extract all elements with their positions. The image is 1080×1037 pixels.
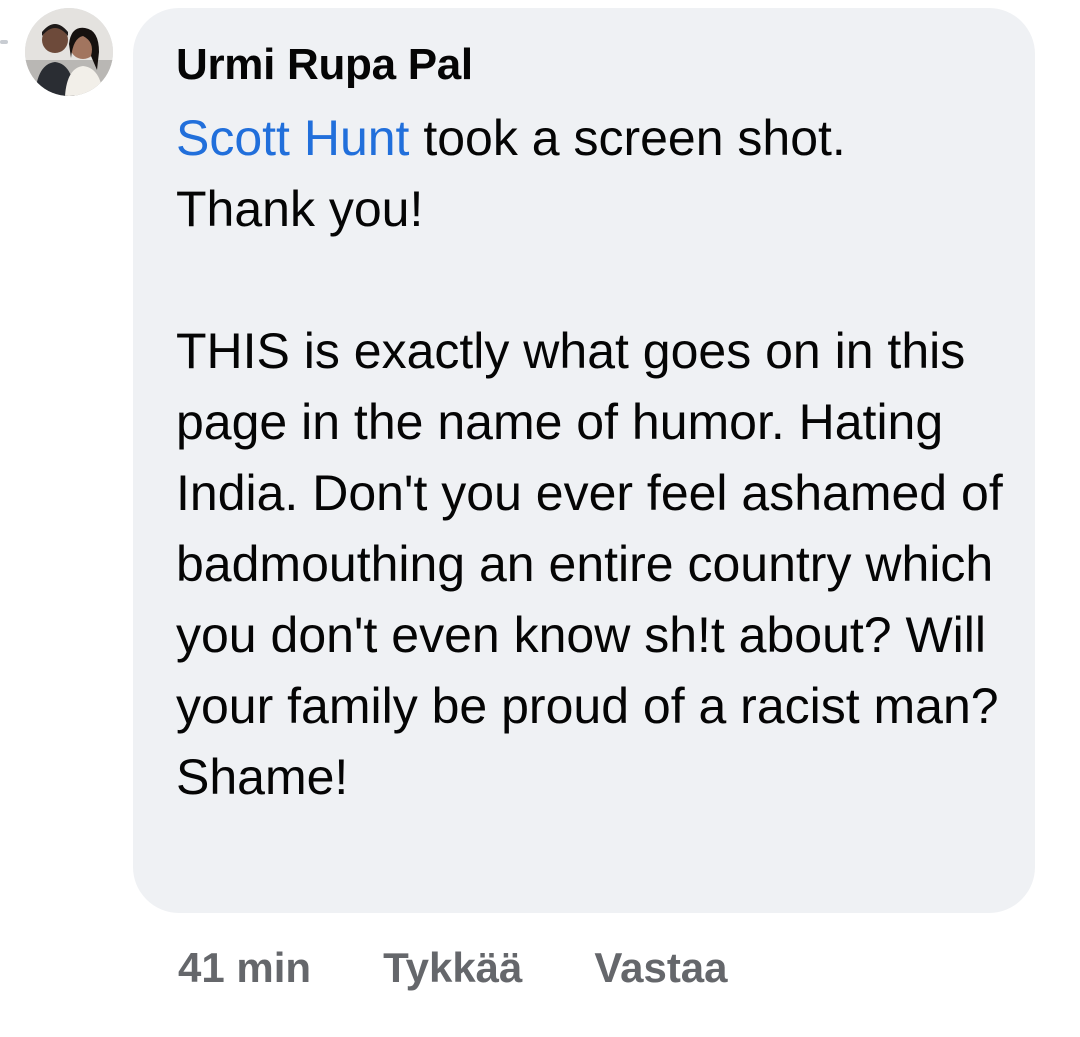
comment-body: Scott Hunt took a screen shot. Thank you!…	[176, 103, 1026, 813]
comment-actions: 41 min Tykkää Vastaa	[178, 940, 728, 996]
comment-paragraph-1: Scott Hunt took a screen shot. Thank you!	[176, 103, 1026, 245]
thread-connector	[0, 40, 8, 44]
comment-text-line2: Thank you!	[176, 181, 424, 237]
comment-paragraph-2: THIS is exactly what goes on in this pag…	[176, 323, 1003, 805]
mention-link[interactable]: Scott Hunt	[176, 110, 409, 166]
comment-timestamp[interactable]: 41 min	[178, 944, 311, 992]
avatar[interactable]	[25, 8, 113, 96]
like-button[interactable]: Tykkää	[383, 944, 522, 992]
comment-thread: Urmi Rupa Pal Scott Hunt took a screen s…	[0, 0, 1080, 1037]
reply-button[interactable]: Vastaa	[594, 944, 727, 992]
comment-author[interactable]: Urmi Rupa Pal	[176, 40, 473, 90]
comment-text-line1: took a screen shot.	[409, 110, 846, 166]
avatar-photo-icon	[25, 8, 113, 96]
